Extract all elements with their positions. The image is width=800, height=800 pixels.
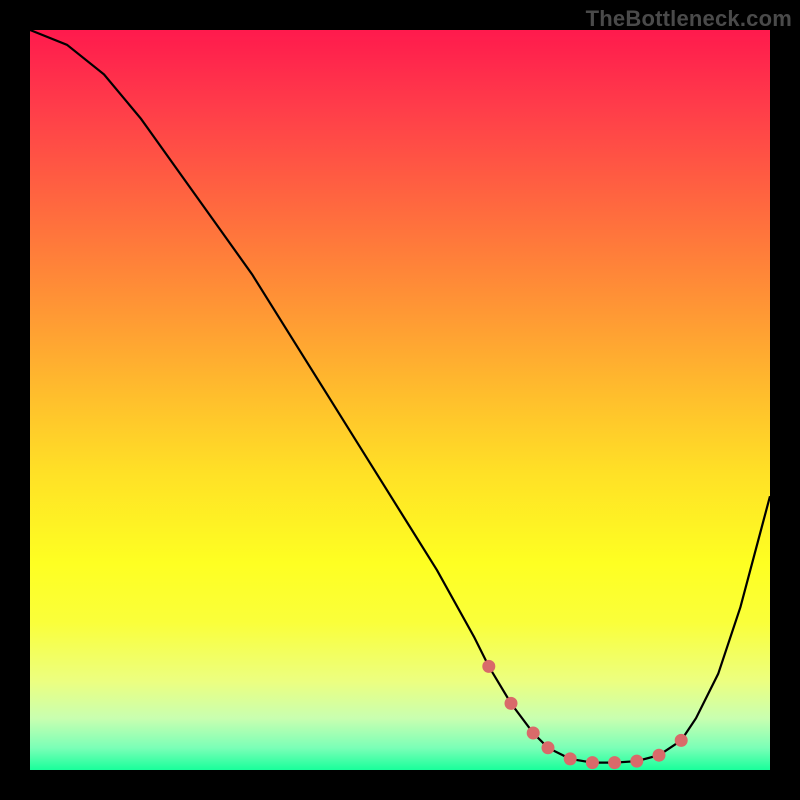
data-point xyxy=(564,753,576,765)
data-point xyxy=(631,755,643,767)
data-point xyxy=(586,757,598,769)
data-point xyxy=(609,757,621,769)
data-point xyxy=(483,660,495,672)
data-point xyxy=(527,727,539,739)
data-point xyxy=(505,697,517,709)
data-point xyxy=(542,742,554,754)
watermark-text: TheBottleneck.com xyxy=(586,6,792,32)
data-markers xyxy=(30,30,770,770)
data-point xyxy=(653,749,665,761)
data-point xyxy=(675,734,687,746)
chart-frame: TheBottleneck.com xyxy=(0,0,800,800)
